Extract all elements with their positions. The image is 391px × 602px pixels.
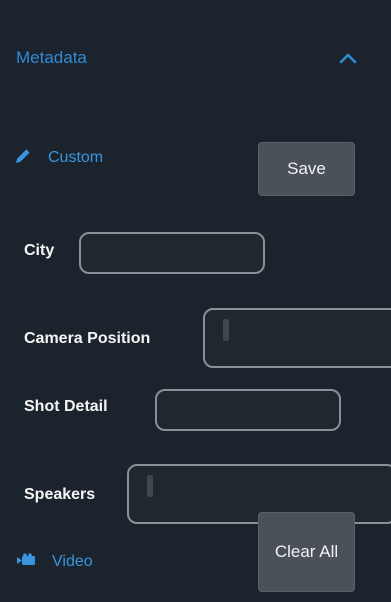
speakers-label: Speakers (24, 486, 96, 503)
chevron-up-icon[interactable] (336, 46, 360, 70)
text-cursor (147, 475, 153, 497)
shot-detail-label: Shot Detail (24, 398, 108, 415)
video-label: Video (52, 553, 93, 570)
video-section-header[interactable]: Video (16, 550, 93, 574)
video-camera-icon (16, 552, 36, 572)
save-button[interactable]: Save (258, 142, 355, 196)
metadata-section-header[interactable]: Metadata (16, 44, 360, 72)
metadata-panel: Metadata Custom Save City Camera Positio… (0, 0, 391, 602)
metadata-title: Metadata (16, 48, 87, 67)
camera-position-label: Camera Position (24, 330, 151, 347)
custom-label: Custom (48, 149, 104, 166)
clear-all-button[interactable]: Clear All (258, 512, 355, 592)
text-cursor (223, 319, 229, 341)
shot-detail-input[interactable] (155, 389, 341, 431)
city-label: City (24, 242, 55, 259)
pencil-icon (14, 147, 32, 170)
camera-position-input[interactable] (203, 308, 391, 368)
custom-section-header[interactable]: Custom (14, 144, 103, 172)
city-input[interactable] (79, 232, 265, 274)
